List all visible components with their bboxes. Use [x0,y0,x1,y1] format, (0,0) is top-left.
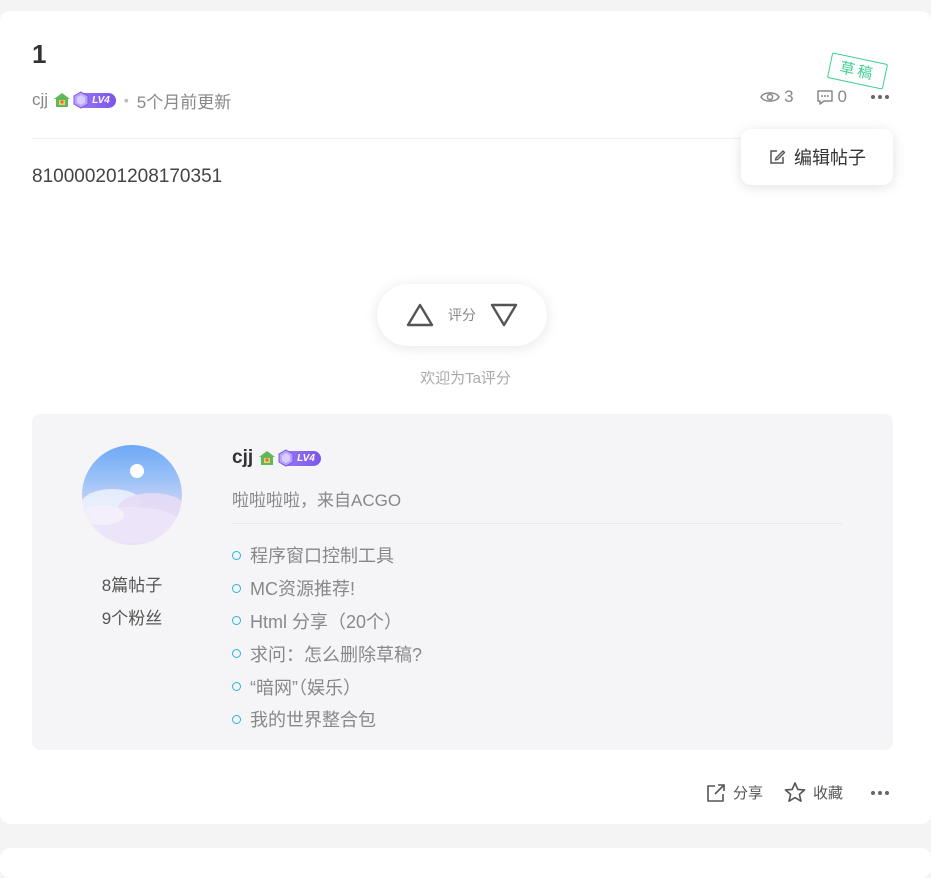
author-avatar[interactable] [82,445,182,545]
post-title: 1 [32,39,47,69]
views-count: 3 [784,87,794,106]
meta-separator: • [123,92,129,108]
comments-count: 0 [837,87,847,106]
post-card: 1 草稿 cjj LV4 • 5个月前更新 3 0 81000020120817… [0,11,931,824]
star-icon [784,782,806,803]
comment-icon [816,89,833,105]
bullet-circle-icon [232,649,241,659]
recent-post-title: 求问：怎么删除草稿? [250,644,423,665]
recent-post-item[interactable]: Html 分享（20个） [232,605,422,638]
post-content: 810000201208170351 [32,166,223,187]
recent-post-title: Html 分享（20个） [250,611,403,632]
recent-post-item[interactable]: 求问：怎么删除草稿? [232,637,422,670]
level-badge-text: LV4 [92,94,110,106]
share-icon [707,783,725,802]
house-badge-icon [54,93,71,107]
recent-post-item[interactable]: 程序窗口控制工具 [232,539,422,572]
author-card-name[interactable]: cjj [232,447,253,469]
author-card-level-text: LV4 [297,452,315,464]
edit-icon [770,150,786,164]
recent-post-title: “暗网”（娱乐） [250,677,361,698]
recent-post-item[interactable]: 我的世界整合包 [232,703,422,736]
edit-post-label: 编辑帖子 [794,148,866,168]
recent-post-item[interactable]: MC资源推荐! [232,572,422,605]
author-card: 8篇帖子 9个粉丝 cjj LV4 啦啦啦啦，来自ACGO 程序窗口控制工具 M… [32,414,893,750]
author-name[interactable]: cjj [32,90,48,110]
hexagon-icon [73,90,89,109]
comments-stat[interactable]: 0 [816,87,847,107]
bullet-circle-icon [232,550,241,560]
recent-post-title: 我的世界整合包 [250,710,376,731]
bullet-circle-icon [232,616,241,626]
hexagon-icon [278,448,294,467]
eye-icon [760,92,780,102]
rating-label: 评分 [448,307,476,323]
footer-more-icon[interactable] [871,790,889,795]
house-badge-icon [259,451,276,465]
avatar-sky-image [82,464,182,543]
bullet-circle-icon [232,583,241,593]
post-meta: cjj LV4 • 5个月前更新 [32,89,232,112]
share-button[interactable]: 分享 [705,782,763,804]
downvote-triangle-icon[interactable] [490,302,518,328]
views-stat: 3 [760,87,794,107]
author-card-name-row: cjj LV4 [232,447,321,469]
updated-time: 5个月前更新 [136,92,232,112]
bullet-circle-icon [232,714,241,724]
recent-post-item[interactable]: “暗网”（娱乐） [232,670,422,703]
favorite-label: 收藏 [812,785,843,802]
level-badge: LV4 [73,90,116,109]
favorite-button[interactable]: 收藏 [783,781,843,804]
post-stats: 3 0 [738,87,889,107]
recent-post-title: 程序窗口控制工具 [250,546,394,567]
rating-hint: 欢迎为Ta评分 [420,370,511,387]
upvote-triangle-icon[interactable] [406,302,434,328]
bullet-circle-icon [232,682,241,692]
author-card-level-badge: LV4 [278,448,321,467]
more-options-icon[interactable] [871,95,889,99]
rating-control: 评分 [377,284,547,346]
author-bio: 啦啦啦啦，来自ACGO [232,491,402,510]
edit-post-menu-item[interactable]: 编辑帖子 [741,129,893,185]
recent-posts-list: 程序窗口控制工具 MC资源推荐! Html 分享（20个） 求问：怎么删除草稿?… [232,539,422,736]
share-label: 分享 [732,785,763,802]
posts-count: 8篇帖子 [101,576,163,595]
fans-count: 9个粉丝 [101,609,163,628]
draft-stamp: 草稿 [826,52,889,90]
post-footer-actions: 分享 收藏 [685,781,889,804]
recent-post-title: MC资源推荐! [250,579,355,600]
author-card-divider [232,523,842,524]
next-post-card [0,848,931,878]
